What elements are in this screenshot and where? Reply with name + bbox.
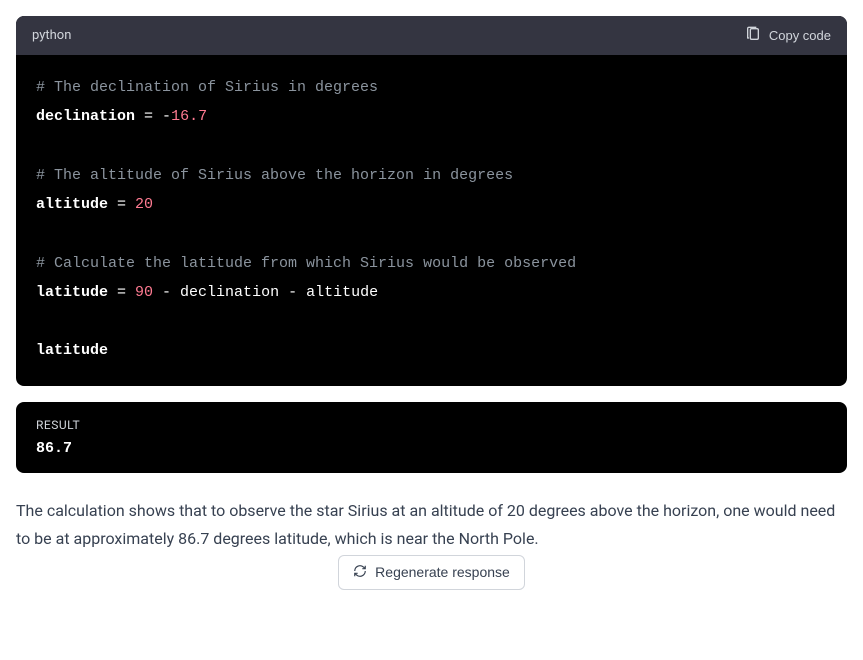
result-value: 86.7 (36, 440, 827, 457)
code-line: # Calculate the latitude from which Siri… (36, 249, 827, 278)
regenerate-button[interactable]: Regenerate response (338, 555, 525, 590)
code-line: latitude (36, 336, 827, 365)
regenerate-label: Regenerate response (375, 564, 510, 580)
code-line: latitude = 90 - declination - altitude (36, 278, 827, 307)
code-line (36, 219, 827, 248)
code-line: # The altitude of Sirius above the horiz… (36, 161, 827, 190)
refresh-icon (353, 564, 367, 581)
explanation-text: The calculation shows that to observe th… (16, 497, 847, 553)
result-block: RESULT 86.7 (16, 402, 847, 473)
result-label: RESULT (36, 418, 827, 432)
code-body: # The declination of Sirius in degrees d… (16, 55, 847, 386)
copy-code-label: Copy code (769, 28, 831, 43)
code-line: # The declination of Sirius in degrees (36, 73, 827, 102)
code-language-label: python (32, 28, 71, 43)
copy-code-button[interactable]: Copy code (745, 26, 831, 45)
code-line: declination = -16.7 (36, 102, 827, 131)
regenerate-wrapper: Regenerate response (16, 555, 847, 590)
code-header: python Copy code (16, 16, 847, 55)
code-line: altitude = 20 (36, 190, 827, 219)
code-line (36, 307, 827, 336)
clipboard-icon (745, 26, 761, 45)
code-block: python Copy code # The declination of Si… (16, 16, 847, 386)
code-line (36, 132, 827, 161)
